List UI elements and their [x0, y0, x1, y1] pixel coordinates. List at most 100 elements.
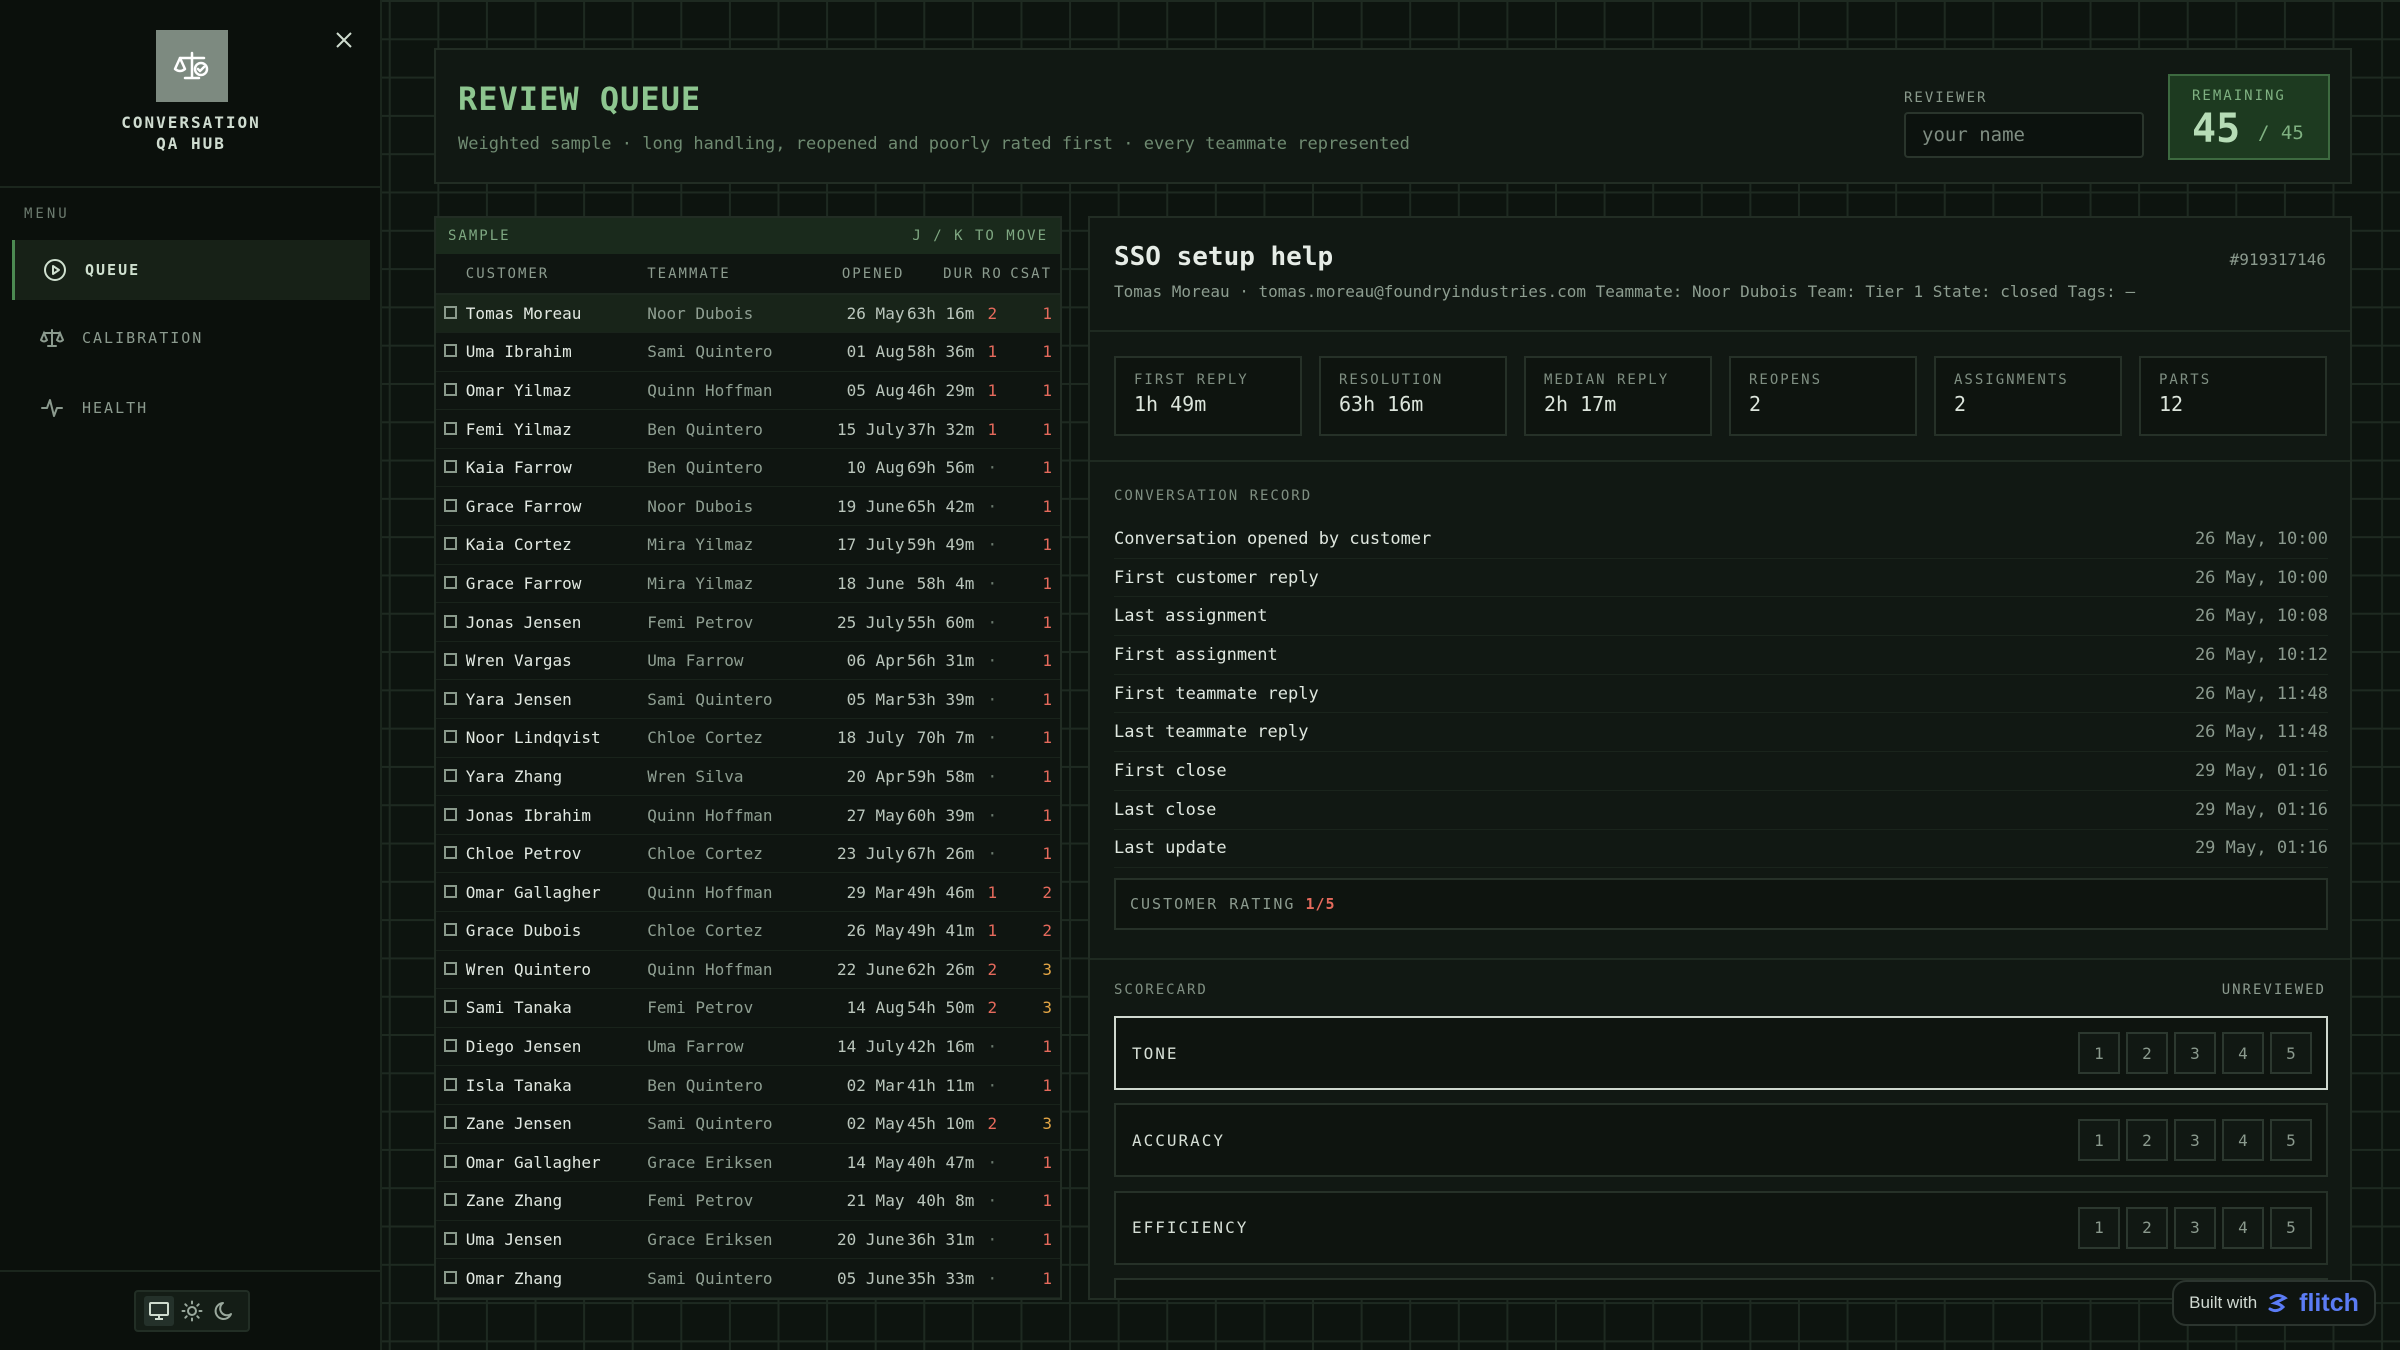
- row-checkbox[interactable]: [444, 614, 458, 628]
- row-checkbox[interactable]: [444, 768, 458, 782]
- csat-cell: 2: [1010, 911, 1060, 951]
- score-option-button[interactable]: 5: [2270, 1032, 2312, 1074]
- column-header[interactable]: RO: [974, 254, 1011, 295]
- table-row[interactable]: Omar Yilmaz Quinn Hoffman 05 Aug 46h 29m 1 1: [436, 371, 1060, 411]
- row-checkbox[interactable]: [444, 730, 458, 744]
- theme-dark-button[interactable]: [210, 1296, 240, 1326]
- scorecard-tone[interactable]: TONE 1 2 3 4 5: [1114, 1016, 2328, 1090]
- column-header[interactable]: CSAT: [1010, 254, 1060, 295]
- score-option-button[interactable]: 1: [2078, 1119, 2120, 1162]
- score-option-button[interactable]: 2: [2126, 1206, 2168, 1249]
- score-option-button[interactable]: 4: [2222, 1119, 2264, 1162]
- table-row[interactable]: Yara Zhang Wren Silva 20 Apr 59h 58m · 1: [436, 757, 1060, 797]
- reopens-cell: 1: [974, 911, 1011, 951]
- table-row[interactable]: Grace Dubois Chloe Cortez 26 May 49h 41m 1 2: [436, 911, 1060, 951]
- row-checkbox[interactable]: [444, 691, 458, 705]
- row-checkbox[interactable]: [444, 460, 458, 474]
- score-option-button[interactable]: 2: [2126, 1032, 2168, 1074]
- sidebar-item-health[interactable]: HEALTH: [12, 378, 370, 438]
- score-option-button[interactable]: 2: [2126, 1119, 2168, 1162]
- table-row[interactable]: Tomas Moreau Noor Dubois 26 May 63h 16m 2 1: [436, 294, 1060, 334]
- row-checkbox[interactable]: [444, 382, 458, 396]
- table-row[interactable]: Grace Farrow Mira Yilmaz 18 June 58h 4m · 1: [436, 564, 1060, 604]
- row-checkbox[interactable]: [444, 575, 458, 589]
- row-checkbox[interactable]: [444, 1270, 458, 1284]
- scorecard-efficiency[interactable]: EFFICIENCY 1 2 3 4 5: [1114, 1190, 2328, 1265]
- row-checkbox[interactable]: [444, 1000, 458, 1014]
- sidebar-item-calibration[interactable]: CALIBRATION: [12, 308, 370, 368]
- table-row[interactable]: Noor Lindqvist Chloe Cortez 18 July 70h 7m ·…: [436, 718, 1060, 758]
- table-row[interactable]: Sami Tanaka Femi Petrov 14 Aug 54h 50m 2 3: [436, 988, 1060, 1028]
- score-option-button[interactable]: 1: [2078, 1206, 2120, 1249]
- conversation-id[interactable]: #919317146: [2230, 250, 2326, 269]
- table-row[interactable]: Grace Farrow Noor Dubois 19 June 65h 42m · 1: [436, 486, 1060, 527]
- table-row[interactable]: Zane Zhang Femi Petrov 21 May 40h 8m · 1: [436, 1181, 1060, 1221]
- score-option-button[interactable]: 3: [2174, 1032, 2216, 1074]
- row-checkbox[interactable]: [444, 1039, 458, 1053]
- built-with-badge[interactable]: Built with flitch: [2172, 1280, 2376, 1326]
- sidebar-item-queue[interactable]: QUEUE: [12, 240, 370, 300]
- row-checkbox[interactable]: [444, 846, 458, 860]
- reviewer-name-input[interactable]: [1904, 112, 2144, 158]
- column-header[interactable]: OPENED: [796, 254, 905, 295]
- score-option-button[interactable]: 4: [2222, 1032, 2264, 1074]
- column-header[interactable]: CUSTOMER: [465, 254, 648, 295]
- row-checkbox[interactable]: [444, 653, 458, 667]
- score-option-button[interactable]: 5: [2270, 1206, 2312, 1249]
- opened-cell: 18 July: [796, 718, 905, 758]
- close-icon: [336, 32, 352, 48]
- row-checkbox[interactable]: [444, 1232, 458, 1246]
- score-option-button[interactable]: 5: [2270, 1119, 2312, 1162]
- row-checkbox[interactable]: [444, 1077, 458, 1091]
- row-checkbox[interactable]: [444, 537, 458, 551]
- opened-cell: 14 July: [796, 1027, 905, 1067]
- column-header[interactable]: TEAMMATE: [647, 254, 797, 295]
- score-option-button[interactable]: 3: [2174, 1119, 2216, 1162]
- table-row[interactable]: Kaia Farrow Ben Quintero 10 Aug 69h 56m · 1: [436, 448, 1060, 488]
- reopens-cell: ·: [974, 486, 1011, 527]
- table-row[interactable]: Wren Vargas Uma Farrow 06 Apr 56h 31m · 1: [436, 641, 1060, 681]
- column-header[interactable]: DUR: [904, 254, 975, 295]
- table-row[interactable]: Jonas Jensen Femi Petrov 25 July 55h 60m · 1: [436, 602, 1060, 642]
- duration-cell: 49h 41m: [904, 911, 975, 951]
- table-row[interactable]: Omar Gallagher Quinn Hoffman 29 Mar 49h 46m…: [436, 872, 1060, 912]
- table-row[interactable]: Zane Jensen Sami Quintero 02 May 45h 10m 2 3: [436, 1104, 1060, 1144]
- row-checkbox[interactable]: [444, 807, 458, 821]
- row-checkbox[interactable]: [444, 1154, 458, 1168]
- close-sidebar-button[interactable]: [330, 26, 358, 54]
- score-option-button[interactable]: 1: [2078, 1032, 2120, 1074]
- row-checkbox[interactable]: [444, 498, 458, 512]
- row-checkbox[interactable]: [444, 306, 458, 320]
- csat-cell: 1: [1010, 332, 1060, 372]
- row-checkbox[interactable]: [444, 1116, 458, 1130]
- table-row[interactable]: Femi Yilmaz Ben Quintero 15 July 37h 32m 1 1: [436, 409, 1060, 449]
- theme-system-button[interactable]: [143, 1296, 174, 1326]
- row-checkbox[interactable]: [444, 1193, 458, 1207]
- row-checkbox[interactable]: [444, 961, 458, 975]
- scorecard-accuracy[interactable]: ACCURACY 1 2 3 4 5: [1114, 1103, 2328, 1178]
- table-row[interactable]: Chloe Petrov Chloe Cortez 23 July 67h 26m · 1: [436, 834, 1060, 874]
- table-row[interactable]: Wren Quintero Quinn Hoffman 22 June 62h 26m…: [436, 950, 1060, 990]
- keyboard-hint: J / K TO MOVE: [912, 228, 1048, 244]
- row-checkbox[interactable]: [444, 884, 458, 898]
- table-row[interactable]: Isla Tanaka Ben Quintero 02 Mar 41h 11m · 1: [436, 1065, 1060, 1105]
- metric-label: REOPENS: [1749, 372, 1823, 388]
- record-row: First close 29 May, 01:16: [1114, 752, 2328, 791]
- table-row[interactable]: Jonas Ibrahim Quinn Hoffman 27 May 60h 39m ·…: [436, 795, 1060, 835]
- csat-cell: 3: [1010, 1104, 1060, 1144]
- score-option-button[interactable]: 4: [2222, 1206, 2264, 1249]
- score-option-button[interactable]: 3: [2174, 1206, 2216, 1249]
- table-row[interactable]: Uma Jensen Grace Eriksen 20 June 36h 31m · 1: [436, 1220, 1060, 1260]
- scorecard-criterion: TONE: [1132, 1043, 1179, 1063]
- table-row[interactable]: Kaia Cortez Mira Yilmaz 17 July 59h 49m · 1: [436, 525, 1060, 565]
- table-row[interactable]: Omar Gallagher Grace Eriksen 14 May 40h 47m…: [436, 1143, 1060, 1183]
- table-row[interactable]: Omar Zhang Sami Quintero 05 June 35h 33m · 1: [436, 1258, 1060, 1298]
- theme-light-button[interactable]: [177, 1296, 207, 1326]
- row-checkbox[interactable]: [444, 421, 458, 435]
- row-checkbox[interactable]: [444, 923, 458, 937]
- table-row[interactable]: Diego Jensen Uma Farrow 14 July 42h 16m · 1: [436, 1027, 1060, 1067]
- scorecard-next[interactable]: [1114, 1277, 2328, 1298]
- table-row[interactable]: Uma Ibrahim Sami Quintero 01 Aug 58h 36m 1 1: [436, 332, 1060, 372]
- row-checkbox[interactable]: [444, 344, 458, 358]
- table-row[interactable]: Yara Jensen Sami Quintero 05 Mar 53h 39m · 1: [436, 679, 1060, 720]
